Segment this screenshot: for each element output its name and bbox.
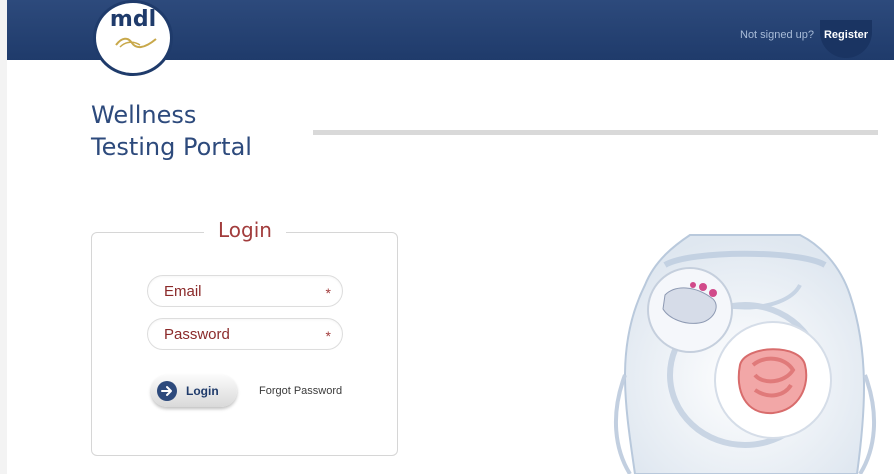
email-required-mark: * bbox=[325, 285, 331, 301]
login-heading: Login bbox=[204, 218, 286, 242]
login-button[interactable]: Login bbox=[151, 375, 237, 407]
email-field[interactable]: Email * bbox=[147, 275, 343, 307]
email-placeholder: Email bbox=[164, 283, 202, 300]
window-left-edge bbox=[0, 0, 7, 474]
logo-text: mdl bbox=[109, 7, 157, 32]
password-required-mark: * bbox=[325, 328, 331, 344]
page-title: Wellness Testing Portal bbox=[91, 99, 252, 163]
mdl-logo[interactable]: mdl bbox=[93, 0, 173, 76]
forgot-password-link[interactable]: Forgot Password bbox=[259, 385, 342, 397]
body-intestine-illustration bbox=[614, 234, 876, 474]
page-title-line1: Wellness bbox=[91, 101, 197, 129]
not-signed-up-text: Not signed up? bbox=[740, 29, 814, 41]
logo-swirl-icon bbox=[115, 37, 157, 49]
password-field[interactable]: Password * bbox=[147, 318, 343, 350]
title-divider bbox=[313, 130, 878, 135]
login-button-label: Login bbox=[186, 384, 219, 398]
arrow-right-circle-icon bbox=[157, 381, 177, 401]
password-placeholder: Password bbox=[164, 326, 230, 343]
page-title-line2: Testing Portal bbox=[91, 133, 252, 161]
